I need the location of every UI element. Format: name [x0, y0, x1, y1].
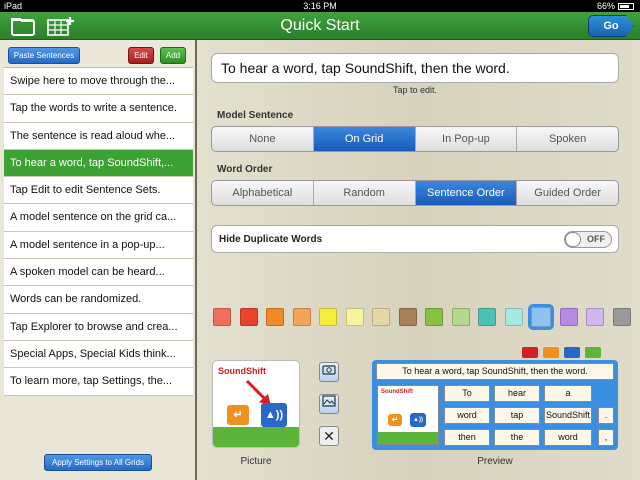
list-item[interactable]: A model sentence on the grid ca... [4, 204, 193, 232]
color-swatch[interactable] [239, 308, 258, 326]
color-swatch[interactable] [292, 308, 311, 326]
picture-bar [213, 427, 299, 447]
list-item[interactable]: To learn more, tap Settings, the... [4, 368, 193, 396]
edit-button[interactable]: Edit [128, 47, 154, 64]
color-swatch[interactable] [451, 308, 470, 326]
delete-picture-button[interactable]: ✕ [319, 426, 339, 446]
word-cell: then [444, 429, 490, 446]
picture-label: Picture [240, 456, 272, 467]
sound-key-icon: ▲)) [261, 403, 287, 427]
list-item[interactable]: Words can be randomized. [4, 286, 193, 314]
color-swatch[interactable] [528, 304, 554, 330]
list-item[interactable]: Swipe here to move through the... [4, 68, 193, 96]
list-item[interactable]: Tap Edit to edit Sentence Sets. [4, 177, 193, 205]
sentence-list: Swipe here to move through the... Tap th… [4, 67, 193, 396]
tap-to-edit-hint: Tap to edit. [392, 85, 438, 95]
list-item[interactable]: Special Apps, Special Kids think... [4, 340, 193, 369]
word-cell: a [544, 385, 592, 402]
paste-sentences-button[interactable]: Paste Sentences [8, 47, 80, 64]
word-cell: SoundShift [544, 407, 592, 424]
apply-settings-button[interactable]: Apply Settings to All Grids [44, 454, 152, 471]
list-item[interactable]: The sentence is read aloud whe... [4, 122, 193, 150]
toggle-knob [565, 232, 581, 247]
color-swatch[interactable] [559, 308, 578, 326]
order-random-option[interactable]: Random [314, 181, 416, 205]
camera-icon [322, 365, 336, 375]
list-item[interactable]: Tap the words to write a sentence. [4, 95, 193, 123]
preview-picture: SoundShift ↵ ▲)) [377, 385, 439, 445]
word-cell: word [544, 429, 592, 446]
picture-bar [378, 432, 438, 444]
color-swatch[interactable] [213, 308, 231, 326]
camera-button[interactable] [319, 362, 339, 382]
image-icon [322, 395, 336, 407]
word-cell: the [494, 429, 540, 446]
clock: 3:16 PM [303, 1, 337, 11]
order-guided-option[interactable]: Guided Order [517, 181, 618, 205]
return-key-icon: ↵ [227, 405, 249, 425]
word-order-label: Word Order [217, 164, 273, 175]
soundshift-logo: SoundShift [218, 366, 266, 376]
color-swatch[interactable] [398, 308, 417, 326]
order-alphabetical-option[interactable]: Alphabetical [212, 181, 314, 205]
color-swatch[interactable] [372, 308, 390, 326]
go-button[interactable]: Go [588, 15, 634, 37]
color-swatch[interactable] [266, 308, 284, 326]
photo-library-button[interactable] [319, 394, 339, 414]
list-item[interactable]: A spoken model can be heard... [4, 259, 193, 287]
word-cell: word [444, 407, 490, 424]
hide-duplicates-row: Hide Duplicate Words OFF [211, 225, 619, 253]
model-sentence-label: Model Sentence [217, 110, 294, 121]
color-swatch[interactable] [504, 308, 523, 326]
word-cell: hear [494, 385, 540, 402]
delete-key-icon [522, 347, 538, 358]
color-swatches [213, 304, 639, 330]
list-item[interactable]: Tap Explorer to browse and crea... [4, 313, 193, 341]
model-spoken-option[interactable]: Spoken [517, 127, 618, 151]
picture-thumbnail[interactable]: SoundShift ↵ ▲)) [212, 360, 300, 448]
hide-duplicates-label: Hide Duplicate Words [219, 234, 323, 245]
color-swatch[interactable] [612, 308, 631, 326]
punct-cell: , [598, 429, 614, 446]
return-key-icon [543, 347, 559, 358]
model-none-option[interactable]: None [212, 127, 314, 151]
battery-icon [618, 3, 634, 10]
word-order-segmented-control: Alphabetical Random Sentence Order Guide… [211, 180, 619, 206]
preview-label: Preview [477, 456, 513, 467]
punct-cell: . [598, 407, 614, 424]
sound-key-icon: ▲)) [410, 413, 426, 427]
model-sentence-segmented-control: None On Grid In Pop-up Spoken [211, 126, 619, 152]
page-title: Quick Start [280, 17, 360, 34]
color-swatch[interactable] [586, 308, 604, 326]
model-on-grid-option[interactable]: On Grid [313, 127, 416, 151]
color-swatch[interactable] [319, 308, 337, 326]
sentence-field[interactable]: To hear a word, tap SoundShift, then the… [211, 53, 619, 83]
color-swatch[interactable] [478, 308, 496, 326]
battery-indicator: 66% [597, 1, 634, 11]
word-cell: To [444, 385, 490, 402]
grid-preview[interactable]: To hear a word, tap SoundShift, then the… [372, 360, 618, 450]
add-button[interactable]: Add [160, 47, 186, 64]
soundshift-logo: SoundShift [381, 389, 413, 395]
settings-panel: To hear a word, tap SoundShift, then the… [195, 40, 640, 480]
return-key-icon: ↵ [388, 414, 402, 426]
color-swatch[interactable] [425, 308, 443, 326]
sound-key-icon [564, 347, 580, 358]
list-item-selected[interactable]: To hear a word, tap SoundShift,... [4, 149, 193, 178]
status-bar: iPad 3:16 PM 66% [0, 0, 640, 12]
word-cell: tap [494, 407, 540, 424]
preview-sentence: To hear a word, tap SoundShift, then the… [376, 363, 614, 380]
list-toolbar: Paste Sentences Edit Add [0, 40, 195, 70]
order-sentence-option[interactable]: Sentence Order [415, 181, 518, 205]
toggle-state: OFF [587, 234, 605, 244]
sentence-set-list-panel: Paste Sentences Edit Add Swipe here to m… [0, 40, 195, 480]
color-swatch[interactable] [345, 308, 364, 326]
preview-key-icons [522, 347, 606, 358]
hide-duplicates-toggle[interactable]: OFF [564, 231, 612, 248]
list-item[interactable]: A model sentence in a pop-up... [4, 231, 193, 260]
model-in-popup-option[interactable]: In Pop-up [416, 127, 518, 151]
keyboard-key-icon [585, 347, 601, 358]
nav-bar: Quick Start Go [0, 12, 640, 40]
close-icon: ✕ [323, 428, 335, 444]
